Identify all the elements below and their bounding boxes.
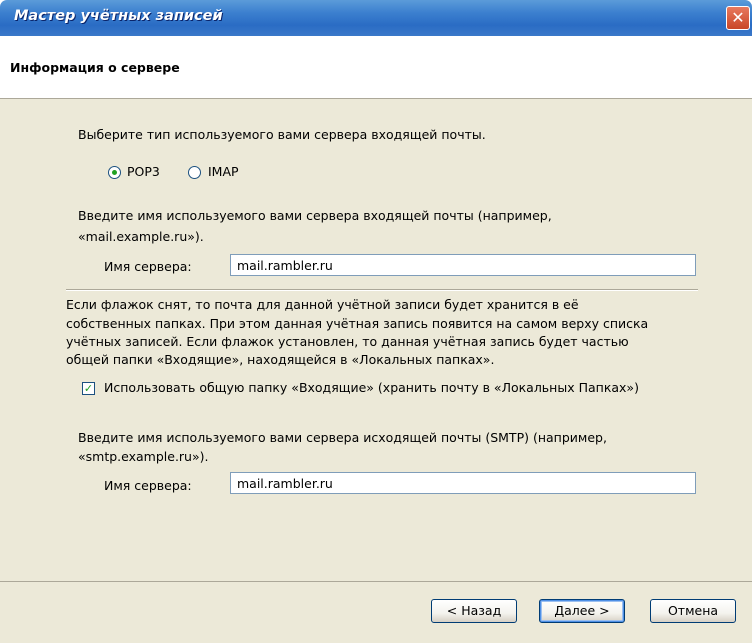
outgoing-server-input[interactable] (230, 472, 696, 494)
page-title: Информация о сервере (10, 60, 180, 75)
radio-imap-label[interactable]: IMAP (208, 164, 239, 179)
incoming-server-label: Имя сервера: (104, 259, 192, 274)
incoming-type-prompt: Выберите тип используемого вами сервера … (78, 127, 486, 142)
close-button[interactable]: ✕ (726, 6, 750, 30)
wizard-header: Информация о сервере (0, 36, 752, 99)
window-titlebar[interactable]: Мастер учётных записей ✕ (0, 0, 752, 36)
outgoing-server-label: Имя сервера: (104, 478, 192, 493)
cancel-button[interactable]: Отмена (650, 599, 736, 623)
incoming-server-prompt-line1: Введите имя используемого вами сервера в… (78, 208, 552, 223)
radio-pop3-indicator[interactable] (108, 166, 121, 179)
inbox-info-line2: собственных папках. При этом данная учёт… (66, 316, 649, 331)
radio-pop3-label[interactable]: POP3 (127, 164, 160, 179)
checkbox-indicator[interactable]: ✓ (82, 382, 95, 395)
inbox-info-line1: Если флажок снят, то почта для данной уч… (66, 297, 579, 312)
radio-imap-indicator[interactable] (188, 166, 201, 179)
outgoing-server-prompt-line2: «smtp.example.ru»). (78, 449, 209, 464)
back-button[interactable]: < Назад (431, 599, 517, 623)
inbox-info-line3: учётных записей. Если флажок установлен,… (66, 334, 629, 349)
window-title: Мастер учётных записей (14, 8, 223, 24)
separator (66, 289, 698, 291)
wizard-footer: < Назад Далее > Отмена (0, 581, 752, 643)
incoming-server-input[interactable] (230, 254, 696, 276)
close-icon: ✕ (731, 8, 745, 27)
use-global-inbox-label[interactable]: Использовать общую папку «Входящие» (хра… (104, 380, 639, 395)
outgoing-server-prompt-line1: Введите имя используемого вами сервера и… (78, 430, 607, 445)
next-button[interactable]: Далее > (539, 599, 625, 623)
inbox-info-line4: общей папки «Входящие», находящейся в «Л… (66, 352, 495, 367)
incoming-server-prompt-line2: «mail.example.ru»). (78, 229, 204, 244)
